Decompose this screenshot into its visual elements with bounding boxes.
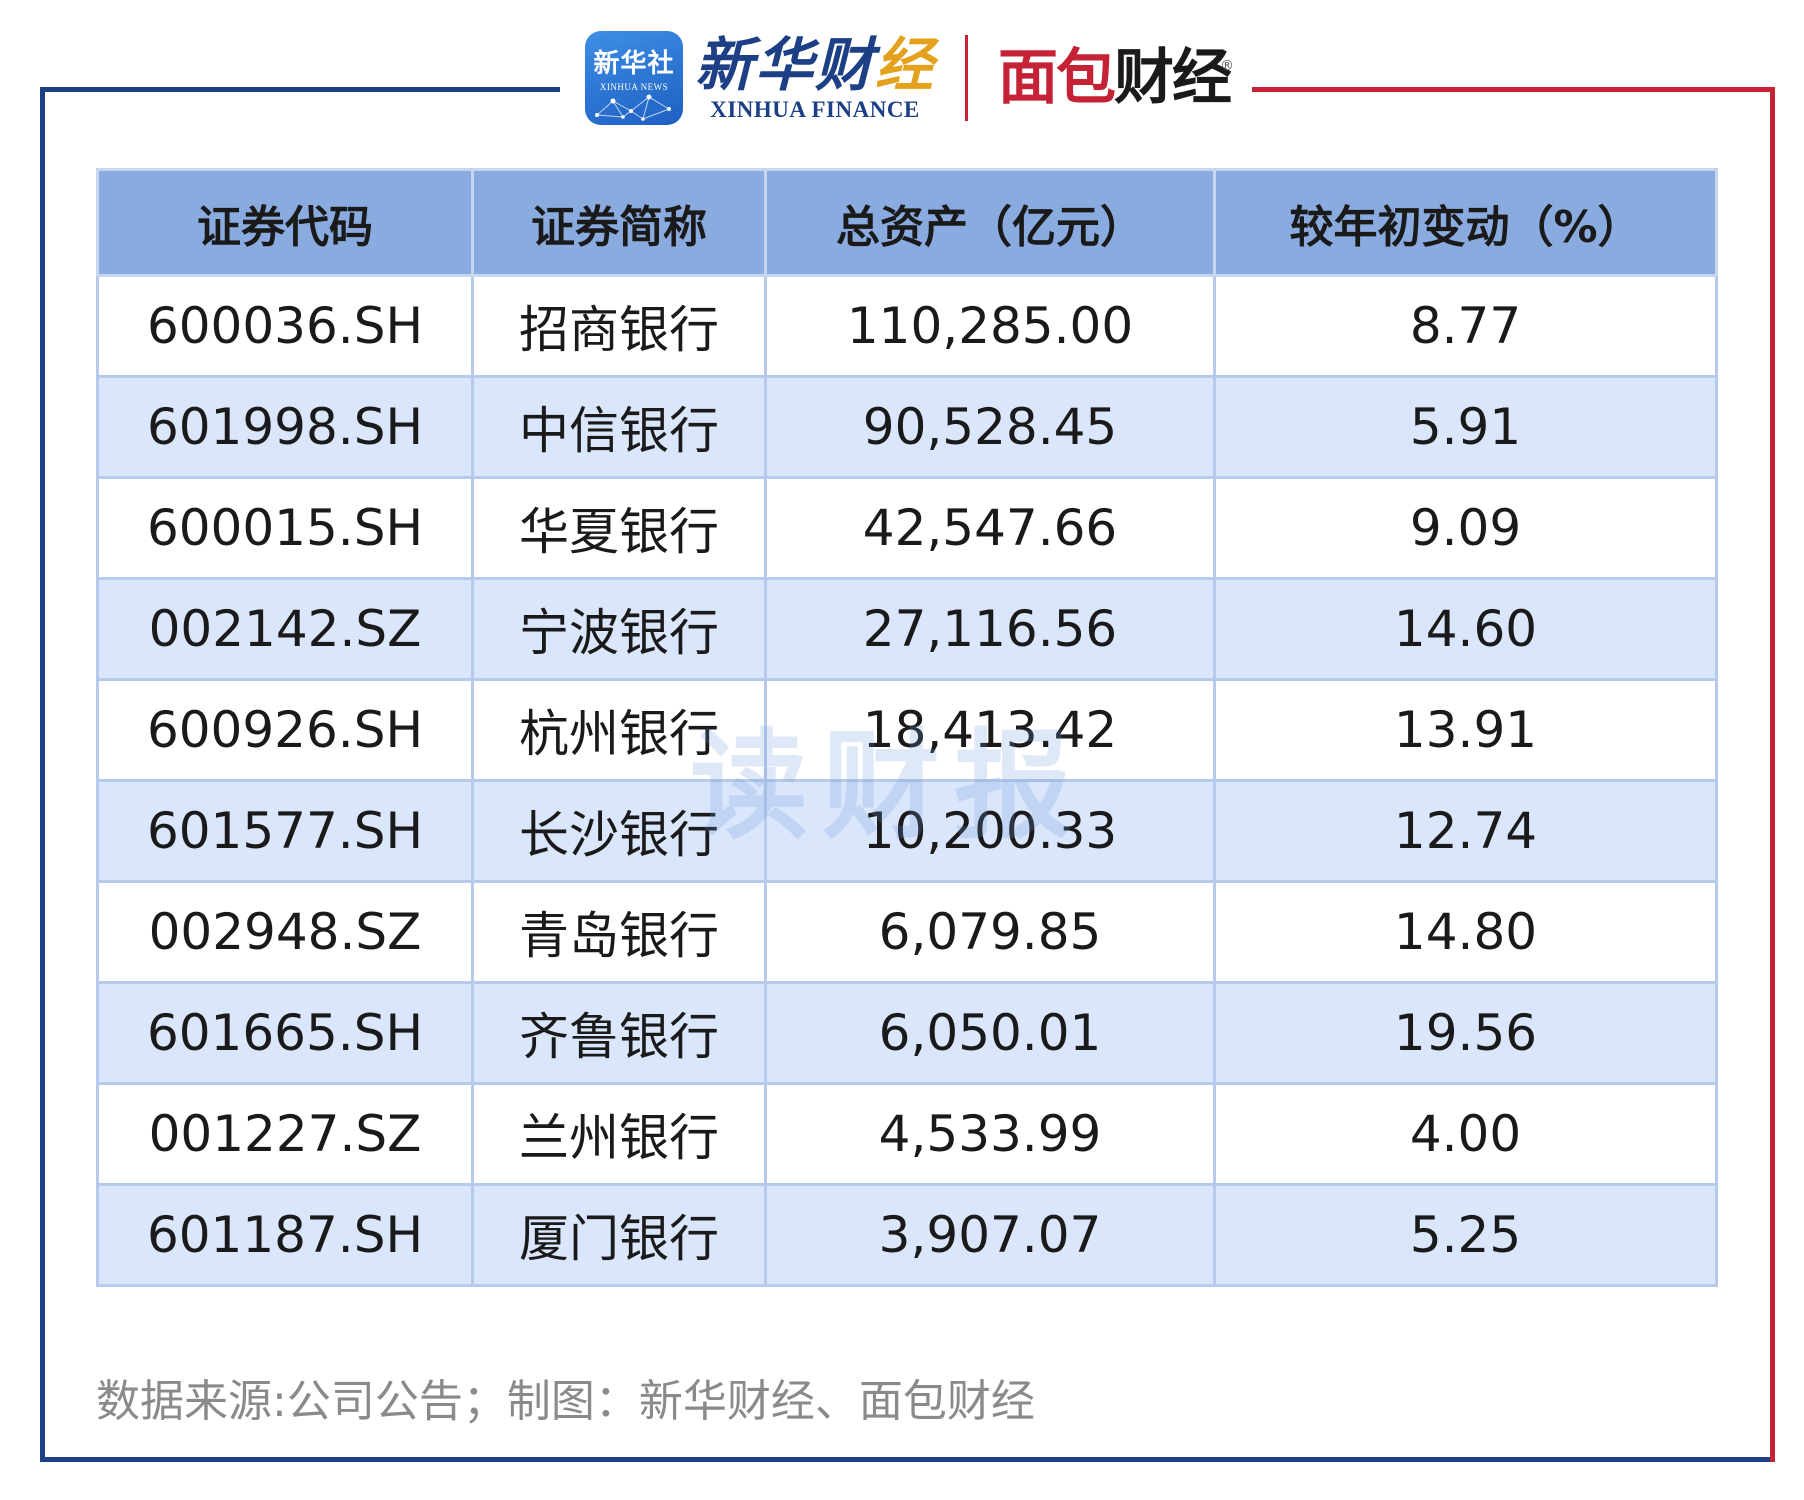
- cell-change: 5.25: [1213, 1183, 1718, 1287]
- cell-change: 14.60: [1213, 577, 1718, 681]
- cell-name: 青岛银行: [471, 880, 767, 984]
- cell-name: 齐鲁银行: [471, 981, 767, 1085]
- frame-bottom-border: [40, 1457, 1775, 1462]
- cell-assets: 110,285.00: [764, 274, 1216, 378]
- cell-name: 招商银行: [471, 274, 767, 378]
- logo-divider: [965, 35, 969, 121]
- cell-change: 5.91: [1213, 375, 1718, 479]
- table-row: 002142.SZ 宁波银行 27,116.56 14.60: [96, 577, 1718, 681]
- table-row: 601665.SH 齐鲁银行 6,050.01 19.56: [96, 981, 1718, 1085]
- header-security-code: 证券代码: [96, 168, 474, 277]
- cell-name: 长沙银行: [471, 779, 767, 883]
- registered-mark: ®: [1220, 58, 1235, 74]
- cell-change: 12.74: [1213, 779, 1718, 883]
- cell-code: 601187.SH: [96, 1183, 474, 1287]
- frame-left-border: [40, 89, 45, 1462]
- table-row: 002948.SZ 青岛银行 6,079.85 14.80: [96, 880, 1718, 984]
- cell-name: 宁波银行: [471, 577, 767, 681]
- xinhua-news-logo: 新华社 XINHUA NEWS: [585, 31, 683, 125]
- cell-name: 厦门银行: [471, 1183, 767, 1287]
- mianbao-dark-text: 财经: [1114, 43, 1232, 113]
- cell-change: 14.80: [1213, 880, 1718, 984]
- xinhua-finance-en: XINHUA FINANCE: [710, 97, 920, 122]
- cell-name: 中信银行: [471, 375, 767, 479]
- cell-code: 002142.SZ: [96, 577, 474, 681]
- mianbao-red-text: 面包: [998, 43, 1116, 113]
- frame-top-left-border: [40, 87, 560, 92]
- cell-change: 13.91: [1213, 678, 1718, 782]
- source-note: 数据来源:公司公告；制图：新华财经、面包财经: [96, 1376, 1035, 1427]
- cell-assets: 42,547.66: [764, 476, 1216, 580]
- xinhua-finance-cn-b: 经: [875, 31, 936, 99]
- cell-code: 001227.SZ: [96, 1082, 474, 1186]
- bank-assets-table: 证券代码 证券简称 总资产（亿元） 较年初变动（%） 600036.SH 招商银…: [96, 168, 1718, 1287]
- cell-code: 601998.SH: [96, 375, 474, 479]
- header-logos: 新华社 XINHUA NEWS 新华财经 XINHUA FINANCE 面包财经…: [585, 26, 1234, 130]
- header-total-assets: 总资产（亿元）: [764, 168, 1216, 277]
- cell-code: 601665.SH: [96, 981, 474, 1085]
- table-row: 601187.SH 厦门银行 3,907.07 5.25: [96, 1183, 1718, 1287]
- table-header-row: 证券代码 证券简称 总资产（亿元） 较年初变动（%）: [96, 168, 1718, 277]
- cell-change: 19.56: [1213, 981, 1718, 1085]
- cell-code: 600015.SH: [96, 476, 474, 580]
- cell-assets: 10,200.33: [764, 779, 1216, 883]
- table-row: 600015.SH 华夏银行 42,547.66 9.09: [96, 476, 1718, 580]
- cell-code: 600926.SH: [96, 678, 474, 782]
- cell-assets: 6,050.01: [764, 981, 1216, 1085]
- cell-change: 8.77: [1213, 274, 1718, 378]
- table-row: 600036.SH 招商银行 110,285.00 8.77: [96, 274, 1718, 378]
- table-row: 601998.SH 中信银行 90,528.45 5.91: [96, 375, 1718, 479]
- cell-assets: 27,116.56: [764, 577, 1216, 681]
- cell-assets: 6,079.85: [764, 880, 1216, 984]
- xinhua-finance-logo: 新华财经 XINHUA FINANCE: [695, 33, 935, 123]
- cell-change: 9.09: [1213, 476, 1718, 580]
- cell-code: 002948.SZ: [96, 880, 474, 984]
- xinhua-finance-cn-a: 新华财: [695, 31, 876, 99]
- cell-assets: 90,528.45: [764, 375, 1216, 479]
- cell-name: 兰州银行: [471, 1082, 767, 1186]
- header-security-name: 证券简称: [471, 168, 767, 277]
- cell-code: 600036.SH: [96, 274, 474, 378]
- cell-assets: 18,413.42: [764, 678, 1216, 782]
- header-change-ytd: 较年初变动（%）: [1213, 168, 1718, 277]
- table-row: 601577.SH 长沙银行 10,200.33 12.74: [96, 779, 1718, 883]
- mianbao-finance-logo: 面包财经 ®: [998, 43, 1234, 113]
- table-row: 001227.SZ 兰州银行 4,533.99 4.00: [96, 1082, 1718, 1186]
- cell-code: 601577.SH: [96, 779, 474, 883]
- cell-assets: 4,533.99: [764, 1082, 1216, 1186]
- xinhua-badge-cn: 新华社: [593, 49, 675, 79]
- cell-assets: 3,907.07: [764, 1183, 1216, 1287]
- table-row: 600926.SH 杭州银行 18,413.42 13.91: [96, 678, 1718, 782]
- network-dots-icon: [595, 94, 671, 121]
- cell-change: 4.00: [1213, 1082, 1718, 1186]
- frame-right-border: [1770, 87, 1775, 1462]
- frame-top-right-border: [1252, 87, 1775, 92]
- cell-name: 杭州银行: [471, 678, 767, 782]
- cell-name: 华夏银行: [471, 476, 767, 580]
